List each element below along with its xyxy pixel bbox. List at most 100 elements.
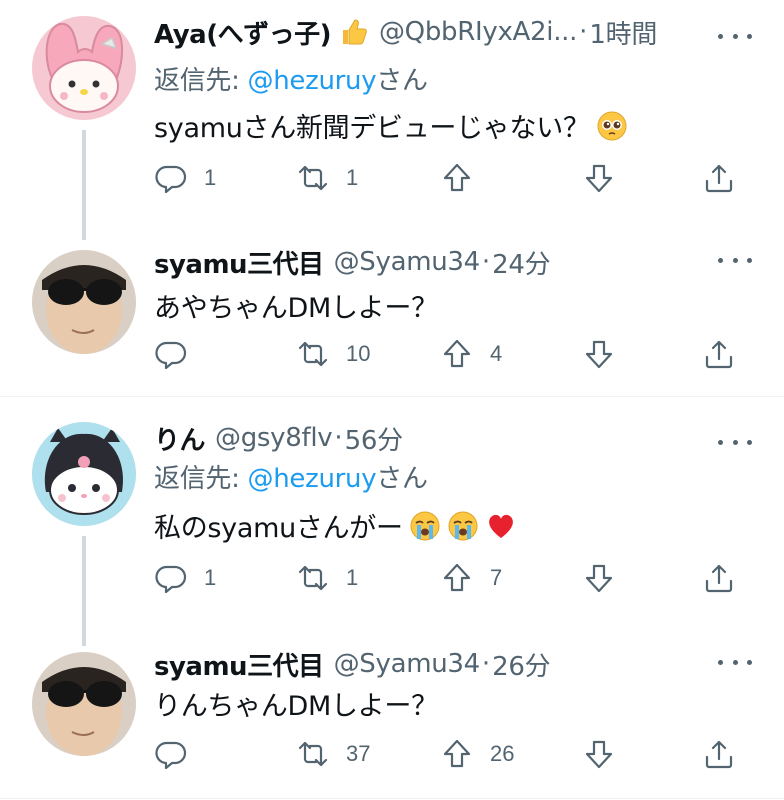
tweet-text: りんちゃんDMしよー？ — [154, 684, 438, 723]
retweet-count: 1 — [346, 565, 359, 590]
tweet-text: あやちゃんDMしよー？ — [154, 286, 438, 325]
share-button[interactable] — [702, 158, 736, 198]
tweet-header: りん @gsy8flv · 56分 — [154, 416, 403, 460]
upvote-count: 7 — [490, 565, 503, 590]
display-name[interactable]: syamu三代目 — [154, 646, 324, 683]
separator-dot: · — [481, 247, 491, 277]
reply-to-line: 返信先: @hezuruyさん — [154, 458, 428, 495]
upvote-button[interactable] — [440, 158, 490, 198]
red-heart-icon — [488, 514, 513, 538]
separator-dot: · — [481, 649, 491, 679]
avatar[interactable] — [32, 422, 136, 526]
display-name[interactable]: りん — [154, 420, 206, 457]
reply-count: 1 — [204, 165, 217, 190]
more-icon[interactable] — [718, 250, 752, 270]
share-icon — [705, 740, 733, 769]
timestamp[interactable]: 26分 — [492, 646, 550, 683]
tweet-header: syamu三代目 @Syamu34 · 24分 — [154, 240, 551, 284]
upvote-icon — [443, 739, 471, 768]
tweet-4[interactable]: syamu三代目 @Syamu34 · 26分 りんちゃんDMしよー？ 37 2… — [0, 649, 784, 792]
thumbs-up-icon — [342, 19, 367, 45]
reply-button[interactable]: 1 — [154, 558, 216, 598]
tweet-header: syamu三代目 @Syamu34 · 26分 — [154, 642, 551, 686]
downvote-button[interactable] — [582, 734, 632, 774]
share-icon — [705, 340, 733, 369]
more-icon[interactable] — [718, 652, 752, 672]
mention-link[interactable]: @hezuruy — [248, 66, 377, 96]
upvote-count: 4 — [490, 341, 503, 366]
handle[interactable]: @Syamu34 — [334, 649, 481, 679]
retweet-button[interactable]: 1 — [296, 158, 358, 198]
share-button[interactable] — [702, 334, 736, 374]
retweet-button[interactable]: 10 — [296, 334, 370, 374]
upvote-button[interactable]: 7 — [440, 558, 502, 598]
tweet-actions: 37 26 — [150, 734, 750, 774]
reply-button[interactable] — [154, 334, 204, 374]
share-button[interactable] — [702, 558, 736, 598]
tweet-actions: 1 1 — [150, 158, 750, 198]
handle[interactable]: @QbbRIyxA2i... — [379, 17, 577, 47]
mention-link[interactable]: @hezuruy — [248, 464, 377, 494]
upvote-icon — [443, 163, 471, 192]
retweet-button[interactable]: 37 — [296, 734, 370, 774]
tweet-text: syamuさん新聞デビューじゃない？ — [154, 106, 628, 145]
more-icon[interactable] — [718, 26, 752, 46]
retweet-icon — [298, 741, 328, 767]
reply-to-line: 返信先: @hezuruyさん — [154, 60, 428, 97]
downvote-icon — [585, 340, 613, 369]
downvote-button[interactable] — [582, 558, 632, 598]
downvote-button[interactable] — [582, 334, 632, 374]
tweet-2[interactable]: syamu三代目 @Syamu34 · 24分 あやちゃんDMしよー？ 10 4 — [0, 247, 784, 390]
downvote-icon — [585, 564, 613, 593]
tweet-actions: 1 1 7 — [150, 558, 750, 598]
retweet-icon — [298, 565, 328, 591]
tweet-header: Aya(へずっ子) @QbbRIyxA2i... · 1時間 — [154, 10, 657, 54]
tweet-3[interactable]: りん @gsy8flv · 56分 返信先: @hezuruyさん 私のsyam… — [0, 422, 784, 646]
avatar[interactable] — [32, 652, 136, 756]
timestamp[interactable]: 56分 — [345, 420, 403, 457]
downvote-icon — [585, 164, 613, 193]
thread-line — [82, 130, 86, 240]
reply-to-prefix: 返信先: — [154, 66, 248, 96]
avatar[interactable] — [32, 16, 136, 120]
loudly-crying-face-icon — [410, 511, 440, 540]
downvote-icon — [585, 740, 613, 769]
timestamp[interactable]: 24分 — [492, 244, 550, 281]
reply-to-suffix: さん — [376, 66, 428, 96]
retweet-count: 10 — [346, 341, 371, 366]
tweet-1[interactable]: Aya(へずっ子) @QbbRIyxA2i... · 1時間 返信先: @hez… — [0, 16, 784, 240]
reply-count: 1 — [204, 565, 217, 590]
reply-button[interactable]: 1 — [154, 158, 216, 198]
reply-icon — [155, 565, 187, 594]
display-name[interactable]: syamu三代目 — [154, 244, 324, 281]
pleading-face-icon — [597, 111, 627, 140]
reply-to-suffix: さん — [376, 464, 428, 494]
display-name[interactable]: Aya(へずっ子) — [154, 14, 331, 51]
retweet-icon — [298, 341, 328, 367]
avatar[interactable] — [32, 250, 136, 354]
reply-icon — [155, 741, 187, 770]
downvote-button[interactable] — [582, 158, 632, 198]
timestamp[interactable]: 1時間 — [589, 14, 657, 51]
handle[interactable]: @gsy8flv — [215, 423, 333, 453]
thread-line — [82, 536, 86, 646]
upvote-count: 26 — [490, 741, 515, 766]
bottom-separator — [0, 798, 784, 799]
handle[interactable]: @Syamu34 — [334, 247, 481, 277]
reply-button[interactable] — [154, 734, 204, 774]
retweet-icon — [298, 165, 328, 191]
upvote-icon — [443, 339, 471, 368]
reply-to-prefix: 返信先: — [154, 464, 248, 494]
loudly-crying-face-icon — [448, 511, 478, 540]
upvote-button[interactable]: 26 — [440, 734, 514, 774]
tweet-text: 私のsyamuさんがー — [154, 506, 517, 545]
more-icon[interactable] — [718, 432, 752, 452]
share-button[interactable] — [702, 734, 736, 774]
thread-separator — [0, 396, 784, 397]
upvote-button[interactable]: 4 — [440, 334, 502, 374]
tweet-body: りんちゃんDMしよー？ — [154, 691, 438, 722]
tweet-body: syamuさん新聞デビューじゃない？ — [154, 113, 590, 144]
retweet-button[interactable]: 1 — [296, 558, 358, 598]
reply-icon — [155, 341, 187, 370]
tweet-body: 私のsyamuさんがー — [154, 513, 403, 544]
